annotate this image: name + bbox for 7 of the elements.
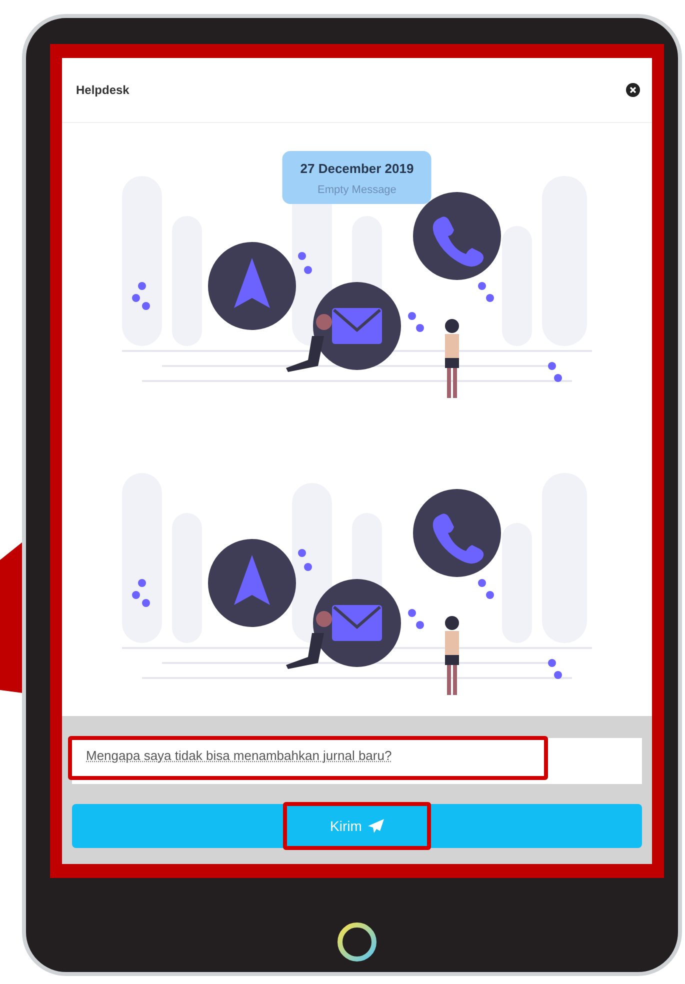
close-icon[interactable] [626, 83, 640, 97]
window-title: Helpdesk [76, 83, 130, 97]
message-date: 27 December 2019 [300, 161, 414, 176]
home-button-icon[interactable] [335, 920, 379, 964]
message-input-text: Mengapa saya tidak bisa menambahkan jurnal baru? [86, 748, 392, 762]
message-text: Empty Message [318, 184, 396, 196]
paper-plane-icon [368, 819, 384, 833]
